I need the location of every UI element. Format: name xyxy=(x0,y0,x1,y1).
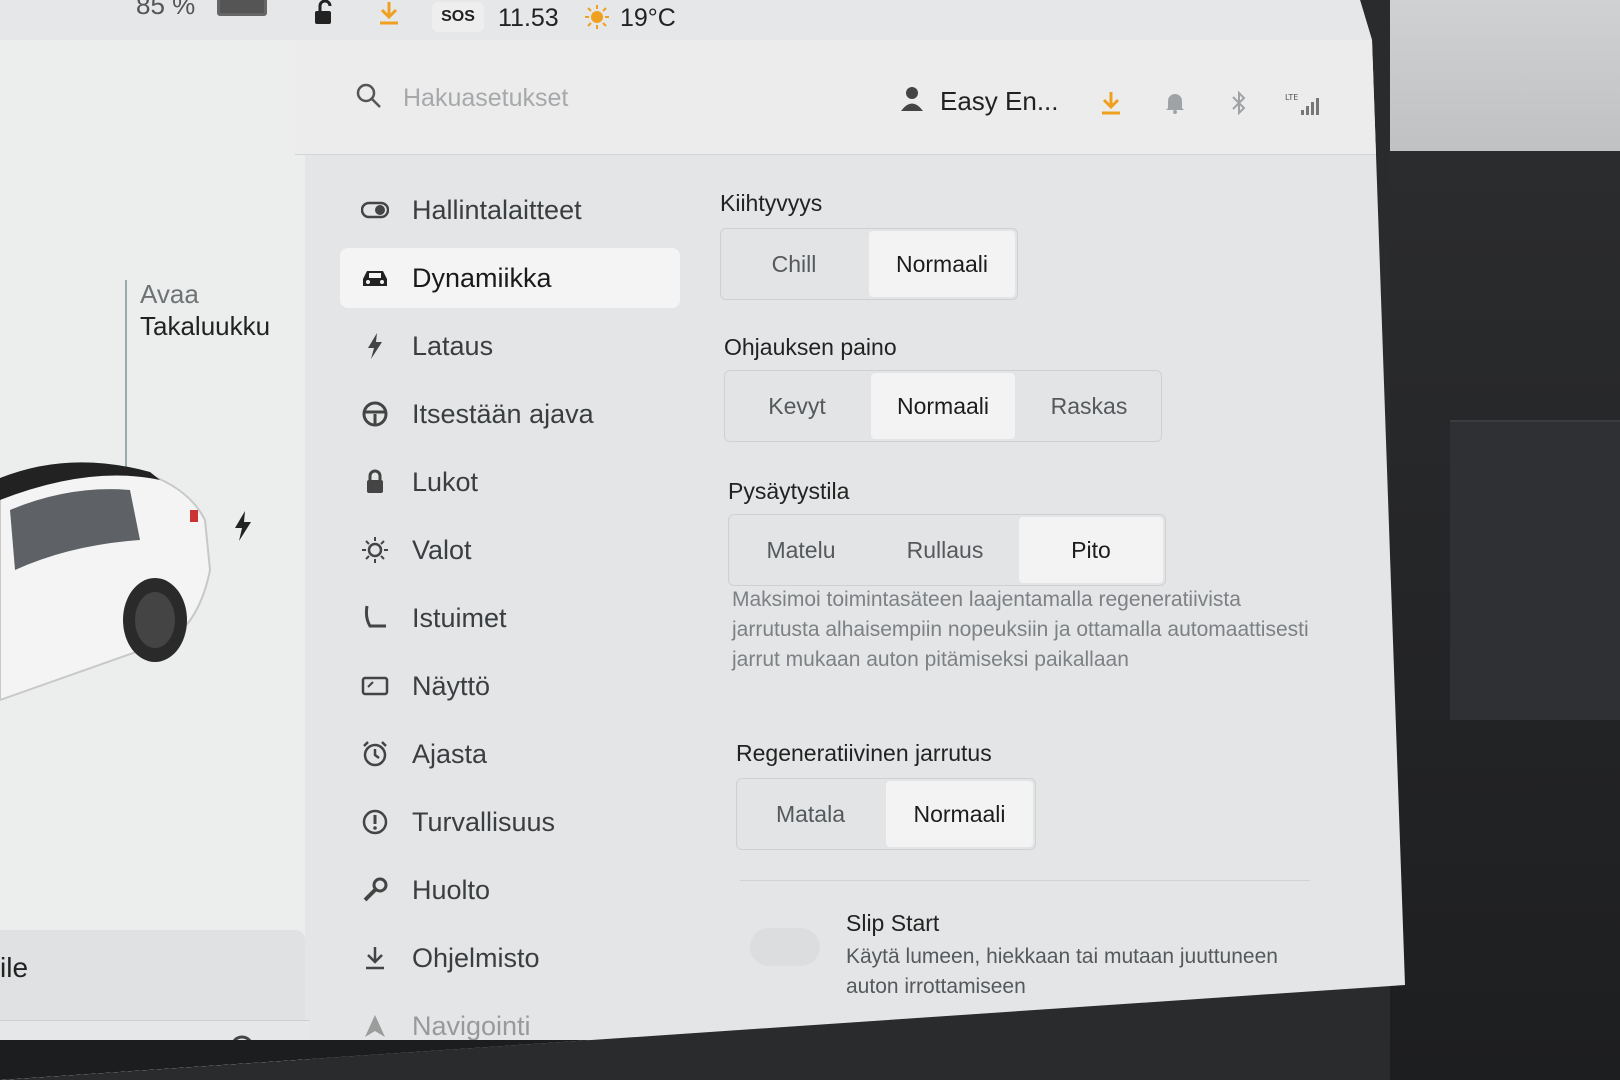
status-bar: 85 % SOS 11.53 19°C xyxy=(0,0,1405,40)
clock: 11.53 xyxy=(498,4,559,32)
lte-signal-icon: LTE xyxy=(1285,92,1319,121)
menu-item-label: Valot xyxy=(412,534,472,565)
download-icon[interactable] xyxy=(378,0,400,31)
acceleration-option-chill[interactable]: Chill xyxy=(721,229,867,299)
search-icon xyxy=(355,82,383,115)
sun-icon xyxy=(584,4,610,35)
open-trunk-button[interactable]: Avaa Takaluukku xyxy=(140,278,270,342)
slip-start-toggle[interactable] xyxy=(750,928,820,966)
menu-item-label: Näyttö xyxy=(412,670,491,701)
menu-item-label: Itsestään ajava xyxy=(412,398,594,429)
profile-icon[interactable] xyxy=(900,86,924,117)
steering-title: Ohjauksen paino xyxy=(724,334,897,360)
outside-temperature: 19°C xyxy=(620,4,676,32)
settings-header: Easy En... LTE xyxy=(295,40,1380,155)
menu-item-locks[interactable]: Lukot xyxy=(340,452,680,512)
slip-start-title: Slip Start xyxy=(846,910,940,936)
toggle-icon xyxy=(360,195,390,225)
trunk-label-target: Takaluukku xyxy=(140,311,271,341)
menu-item-label: Lataus xyxy=(412,330,494,361)
menu-item-software[interactable]: Ohjelmisto xyxy=(340,928,680,988)
bluetooth-icon[interactable] xyxy=(1230,90,1248,121)
menu-item-label: Huolto xyxy=(412,874,491,905)
seat-icon xyxy=(360,603,390,633)
menu-item-safety[interactable]: Turvallisuus xyxy=(340,792,680,852)
menu-item-dynamics[interactable]: Dynamiikka xyxy=(340,248,680,308)
menu-item-label: Turvallisuus xyxy=(412,806,556,837)
steering-wheel-icon xyxy=(360,399,390,429)
navigation-icon xyxy=(360,1011,390,1041)
volume-icon[interactable] xyxy=(1080,1048,1116,1080)
menu-item-label: Lukot xyxy=(412,466,479,497)
light-icon xyxy=(360,535,390,565)
touchscreen: 85 % SOS 11.53 19°C Avaa Takaluukku ile … xyxy=(0,0,1405,1080)
menu-item-label: Istuimet xyxy=(412,602,507,633)
wrench-icon xyxy=(360,875,390,905)
menu-item-label: Navigointi xyxy=(412,1010,531,1041)
slip-start-description: Käytä lumeen, hiekkaan tai mutaan juuttu… xyxy=(846,945,1278,998)
acceleration-option-normal[interactable]: Normaali xyxy=(869,231,1015,297)
display-icon xyxy=(360,671,390,701)
regen-option-normal[interactable]: Normaali xyxy=(886,781,1033,847)
stopping-option-creep[interactable]: Matelu xyxy=(729,515,873,585)
menu-item-label: Ohjelmisto xyxy=(412,942,540,973)
trunk-divider xyxy=(125,280,127,470)
steering-option-heavy[interactable]: Raskas xyxy=(1017,371,1161,441)
trunk-label-action: Avaa xyxy=(140,279,199,309)
background-panel xyxy=(1450,420,1620,720)
steering-option-normal[interactable]: Normaali xyxy=(871,373,1015,439)
car-icon xyxy=(360,263,390,293)
stopping-mode-selector: Matelu Rullaus Pito xyxy=(728,514,1166,586)
menu-item-controls[interactable]: Hallintalaitteet xyxy=(340,180,680,240)
car-panel: Avaa Takaluukku ile xyxy=(0,40,310,1080)
stopping-mode-description: Maksimoi toimintasäteen laajentamalla re… xyxy=(732,588,1309,671)
menu-item-label: Ajasta xyxy=(412,738,488,769)
stopping-option-hold[interactable]: Pito xyxy=(1019,517,1163,583)
menu-item-charging[interactable]: Lataus xyxy=(340,316,680,376)
svg-text:LTE: LTE xyxy=(1285,93,1298,102)
driver-profile-name[interactable]: Easy En... xyxy=(940,86,1059,117)
menu-item-autopilot[interactable]: Itsestään ajava xyxy=(340,384,680,444)
stopping-mode-title: Pysäytystila xyxy=(728,478,850,504)
bolt-icon xyxy=(360,331,390,361)
charge-port-icon[interactable] xyxy=(232,510,254,547)
menu-item-display[interactable]: Näyttö xyxy=(340,656,680,716)
regen-braking-title: Regeneratiivinen jarrutus xyxy=(736,740,992,766)
software-update-icon[interactable] xyxy=(1100,90,1122,121)
car-image xyxy=(0,462,212,702)
alert-icon xyxy=(360,807,390,837)
menu-item-service[interactable]: Huolto xyxy=(340,860,680,920)
media-player-card[interactable]: ile xyxy=(0,930,305,1020)
stopping-option-roll[interactable]: Rullaus xyxy=(873,515,1017,585)
menu-item-label: Hallintalaitteet xyxy=(412,194,582,225)
menu-item-lights[interactable]: Valot xyxy=(340,520,680,580)
lock-icon xyxy=(360,467,390,497)
download-icon xyxy=(360,943,390,973)
background-right xyxy=(1390,0,1620,1080)
menu-item-seats[interactable]: Istuimet xyxy=(340,588,680,648)
sos-button[interactable]: SOS xyxy=(432,2,484,32)
section-divider xyxy=(740,880,1310,881)
acceleration-selector: Chill Normaali xyxy=(720,228,1018,300)
acceleration-title: Kiihtyvyys xyxy=(720,190,823,216)
regen-option-low[interactable]: Matala xyxy=(737,779,884,849)
bottom-bar xyxy=(0,1040,1405,1080)
unlocked-lock-icon[interactable] xyxy=(312,0,338,31)
menu-item-label: Dynamiikka xyxy=(412,262,552,293)
steering-mode-selector: Kevyt Normaali Raskas xyxy=(724,370,1162,442)
settings-search-input[interactable] xyxy=(403,78,803,118)
notification-bell-icon[interactable] xyxy=(1165,92,1185,119)
regen-braking-selector: Matala Normaali xyxy=(736,778,1036,850)
menu-item-schedule[interactable]: Ajasta xyxy=(340,724,680,784)
media-title: ile xyxy=(0,952,29,983)
battery-percent: 85 % xyxy=(136,0,196,20)
steering-option-light[interactable]: Kevyt xyxy=(725,371,869,441)
battery-icon xyxy=(217,0,267,16)
alarm-clock-icon xyxy=(360,739,390,769)
